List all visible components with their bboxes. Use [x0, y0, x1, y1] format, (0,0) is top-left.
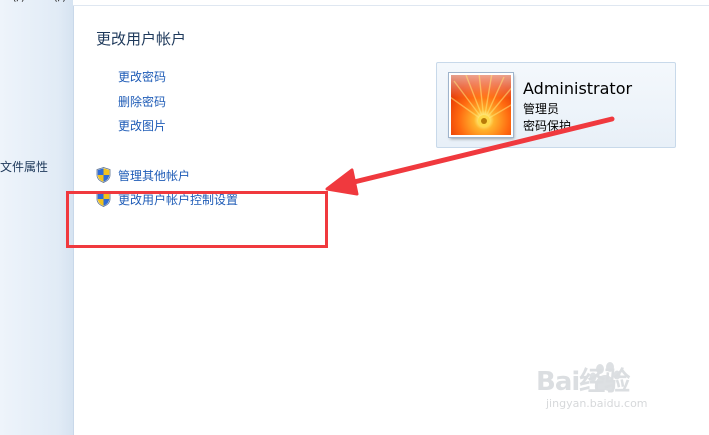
watermark-url: jingyan.baidu.com	[546, 397, 648, 410]
left-task-pane: …(/) ……(/) …(…) 文件属性	[0, 0, 104, 435]
annotation-highlight-box	[66, 191, 328, 248]
flower-petals-icon	[451, 75, 511, 127]
account-password-status: 密码保护	[523, 119, 572, 133]
manage-other-accounts-row: 管理其他帐户	[96, 166, 190, 184]
top-border	[73, 0, 709, 6]
uac-shield-icon	[96, 167, 111, 183]
change-picture-link[interactable]: 更改图片	[118, 117, 166, 134]
sidebar-link-file-properties[interactable]: 文件属性	[0, 158, 48, 175]
manage-other-accounts-link[interactable]: 管理其他帐户	[118, 167, 190, 184]
baidu-jingyan-watermark: Bai经验 jingyan.baidu.com	[536, 361, 671, 421]
page-title: 更改用户帐户	[96, 30, 187, 48]
watermark-brand: Bai经验	[536, 367, 630, 397]
account-name: Administrator	[523, 79, 633, 98]
change-password-link[interactable]: 更改密码	[118, 68, 166, 85]
user-avatar[interactable]	[449, 73, 513, 137]
account-role: 管理员	[523, 102, 560, 116]
remove-password-link[interactable]: 删除密码	[118, 93, 166, 110]
account-card: Administrator 管理员 密码保护	[436, 62, 676, 148]
